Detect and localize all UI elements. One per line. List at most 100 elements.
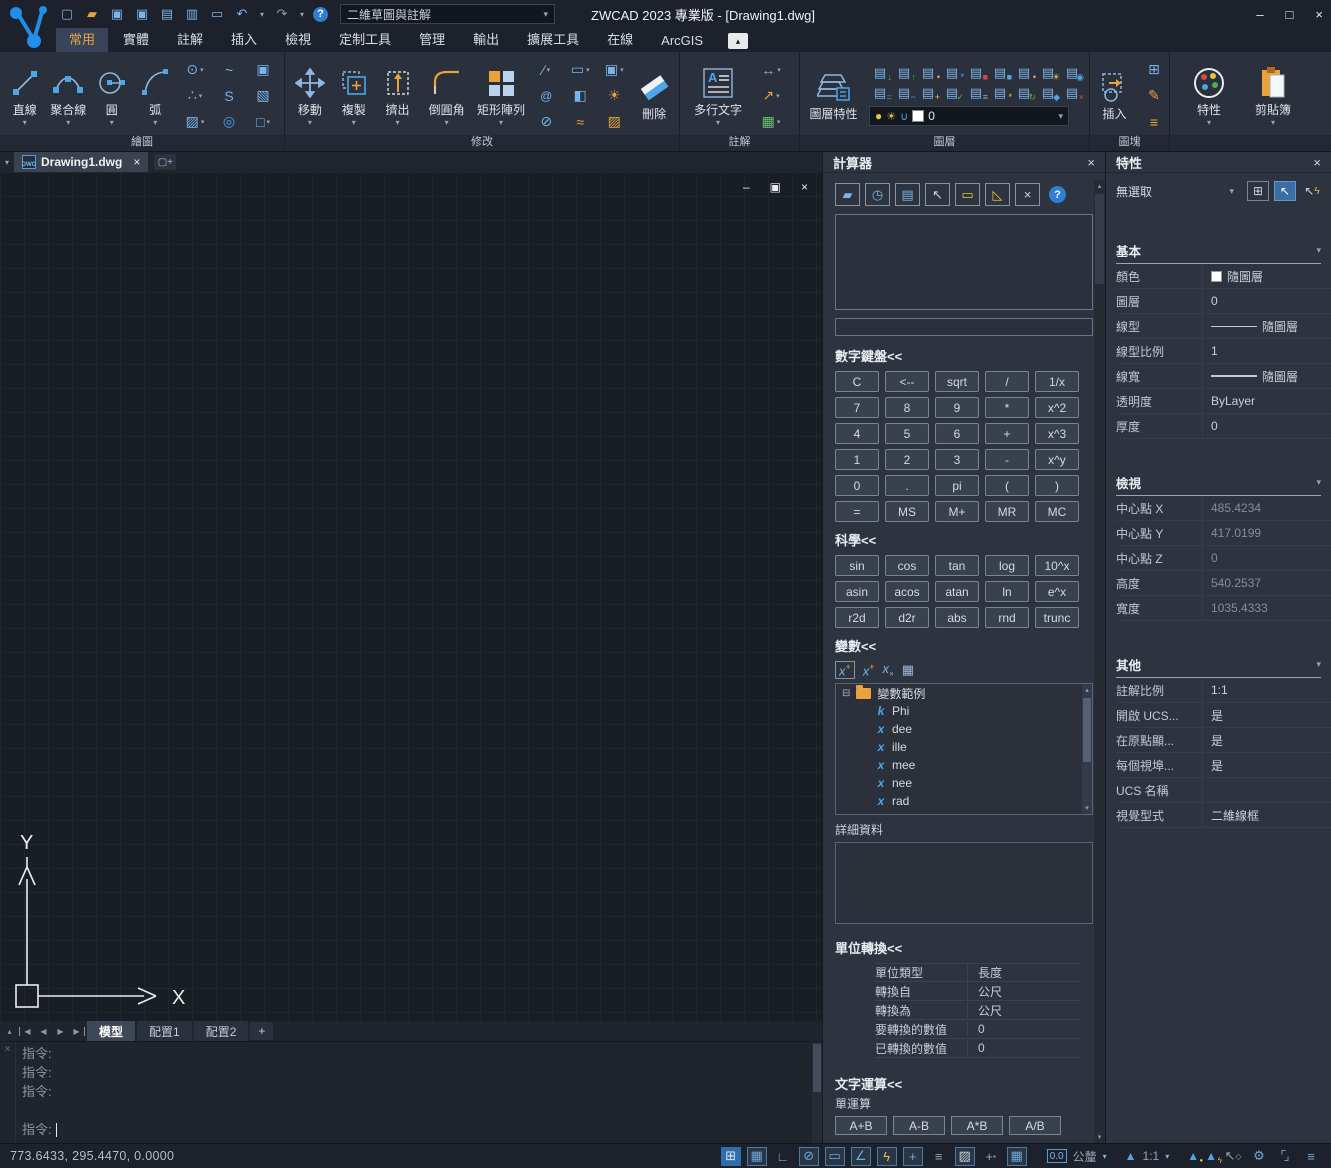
tab-online[interactable]: 在線: [594, 26, 646, 52]
doc-tab-menu-icon[interactable]: [0, 158, 14, 167]
doc-restore-icon[interactable]: [770, 180, 781, 194]
doc-minimize-icon[interactable]: [743, 180, 750, 194]
move-button[interactable]: 移動: [291, 66, 329, 126]
redo-caret-icon[interactable]: [298, 5, 306, 23]
trim-icon[interactable]: [531, 58, 561, 82]
calculator-close-icon[interactable]: [1087, 155, 1095, 170]
layer-copy-icon[interactable]: ◆: [1037, 85, 1059, 103]
tab-custom-tools[interactable]: 定制工具: [326, 26, 404, 52]
stretch-button[interactable]: 擠出: [379, 66, 417, 126]
calc-key[interactable]: 3: [935, 449, 979, 470]
calc-key[interactable]: MS: [885, 501, 929, 522]
collapse-node-icon[interactable]: [842, 688, 850, 699]
calc-key[interactable]: 8: [885, 397, 929, 418]
fullscreen-icon[interactable]: [1275, 1147, 1295, 1166]
section-view-caret-icon[interactable]: [1316, 477, 1321, 488]
property-value[interactable]: 二維線框: [1202, 803, 1331, 827]
annotation-scale-value[interactable]: 1:1: [1143, 1149, 1160, 1163]
save-icon[interactable]: ▣: [108, 5, 126, 23]
calc-key[interactable]: ln: [985, 581, 1029, 602]
calc-key[interactable]: /: [985, 371, 1029, 392]
layer-off-icon[interactable]: ↓: [869, 65, 891, 83]
calc-key[interactable]: x^2: [1035, 397, 1079, 418]
fillet-caret-icon[interactable]: [445, 119, 449, 126]
polyline-caret-icon[interactable]: [66, 119, 70, 126]
tab-arcgis[interactable]: ArcGIS: [648, 30, 716, 52]
scale-caret-icon[interactable]: [1165, 1152, 1169, 1161]
ribbon-collapse-button[interactable]: [728, 33, 748, 49]
window-minimize-button[interactable]: [1256, 7, 1263, 22]
calc-key[interactable]: -: [985, 449, 1029, 470]
layer-visibility-icon[interactable]: ◉: [1061, 65, 1083, 83]
layer-prev-icon[interactable]: ~: [893, 85, 915, 103]
calc-key[interactable]: *: [985, 397, 1029, 418]
clear-icon[interactable]: [835, 183, 860, 206]
properties-caret-icon[interactable]: [1207, 119, 1211, 126]
dimension-icon[interactable]: [756, 58, 786, 82]
calc-key[interactable]: A/B: [1009, 1116, 1061, 1135]
calc-key[interactable]: d2r: [885, 607, 929, 628]
mirror-icon[interactable]: [565, 84, 595, 108]
tab-model[interactable]: 模型: [87, 1021, 135, 1042]
annotation-scale-icon[interactable]: [1125, 1149, 1137, 1163]
open-file-icon[interactable]: ▰: [83, 5, 101, 23]
measure-angle-icon[interactable]: [985, 183, 1010, 206]
center-mark-icon[interactable]: [180, 58, 210, 82]
new-document-tab-button[interactable]: ▢+: [154, 154, 176, 170]
polar-tracking-icon[interactable]: [799, 1147, 819, 1166]
calc-key[interactable]: 9: [935, 397, 979, 418]
doc-tab-close-icon[interactable]: [133, 155, 140, 169]
new-variable-icon[interactable]: x+: [835, 661, 855, 679]
spline-icon[interactable]: [214, 58, 244, 82]
layout-collapse-icon[interactable]: [2, 1027, 17, 1036]
wipeout-icon[interactable]: [248, 84, 278, 108]
layer-unlock-icon[interactable]: ■: [989, 65, 1011, 83]
stretch-caret-icon[interactable]: [396, 119, 400, 126]
point-icon[interactable]: [180, 84, 210, 108]
fillet-button[interactable]: 倒圓角: [422, 66, 470, 126]
layout-last-icon[interactable]: [70, 1027, 85, 1036]
property-value[interactable]: 隨圖層: [1202, 364, 1331, 388]
insert-button[interactable]: 插入: [1096, 70, 1133, 122]
hatch-edit-icon[interactable]: [599, 110, 629, 134]
workspace-selector[interactable]: 二維草圖與註解: [340, 4, 555, 24]
section-other[interactable]: 其他: [1116, 655, 1321, 678]
calc-key[interactable]: log: [985, 555, 1029, 576]
calc-key[interactable]: e^x: [1035, 581, 1079, 602]
move-caret-icon[interactable]: [308, 119, 312, 126]
clipboard-caret-icon[interactable]: [1271, 119, 1275, 126]
property-value[interactable]: 是: [1202, 728, 1331, 752]
table-icon[interactable]: [756, 110, 786, 134]
section-basic[interactable]: 基本: [1116, 241, 1321, 264]
cycle-select-icon[interactable]: [1007, 1147, 1027, 1166]
property-value[interactable]: 1: [1202, 339, 1331, 363]
quick-properties-icon[interactable]: ▪: [981, 1147, 1001, 1166]
calculator-help-icon[interactable]: ?: [1045, 183, 1070, 206]
tab-solid[interactable]: 實體: [110, 26, 162, 52]
calc-key[interactable]: ): [1035, 475, 1079, 496]
copy-button[interactable]: 複製: [335, 66, 373, 126]
variable-row[interactable]: kPhi: [836, 702, 1092, 720]
ortho-toggle-icon[interactable]: [773, 1147, 793, 1166]
calc-key[interactable]: 7: [835, 397, 879, 418]
layer-lock-icon[interactable]: ■: [965, 65, 987, 83]
calc-key[interactable]: 1/x: [1035, 371, 1079, 392]
variables-scrollbar[interactable]: [1082, 684, 1092, 814]
grid-toggle-icon[interactable]: [721, 1147, 741, 1166]
calc-key[interactable]: trunc: [1035, 607, 1079, 628]
donut-icon[interactable]: [214, 110, 244, 134]
calc-key[interactable]: sqrt: [935, 371, 979, 392]
new-file-icon[interactable]: ▢: [58, 5, 76, 23]
preview-icon[interactable]: ▭: [208, 5, 226, 23]
tab-layout2[interactable]: 配置2: [194, 1021, 249, 1042]
match-props-icon[interactable]: [565, 110, 595, 134]
layer-burst-icon[interactable]: *: [989, 85, 1011, 103]
command-scrollbar[interactable]: [812, 1042, 822, 1143]
undo-caret-icon[interactable]: [258, 5, 266, 23]
variable-row[interactable]: xnee: [836, 774, 1092, 792]
property-value[interactable]: 隨圖層: [1202, 264, 1331, 288]
property-value[interactable]: 0: [1202, 414, 1331, 438]
annotation-visibility-icon[interactable]: [1187, 1149, 1199, 1163]
offset-icon[interactable]: [531, 84, 561, 108]
section-view[interactable]: 檢視: [1116, 473, 1321, 496]
